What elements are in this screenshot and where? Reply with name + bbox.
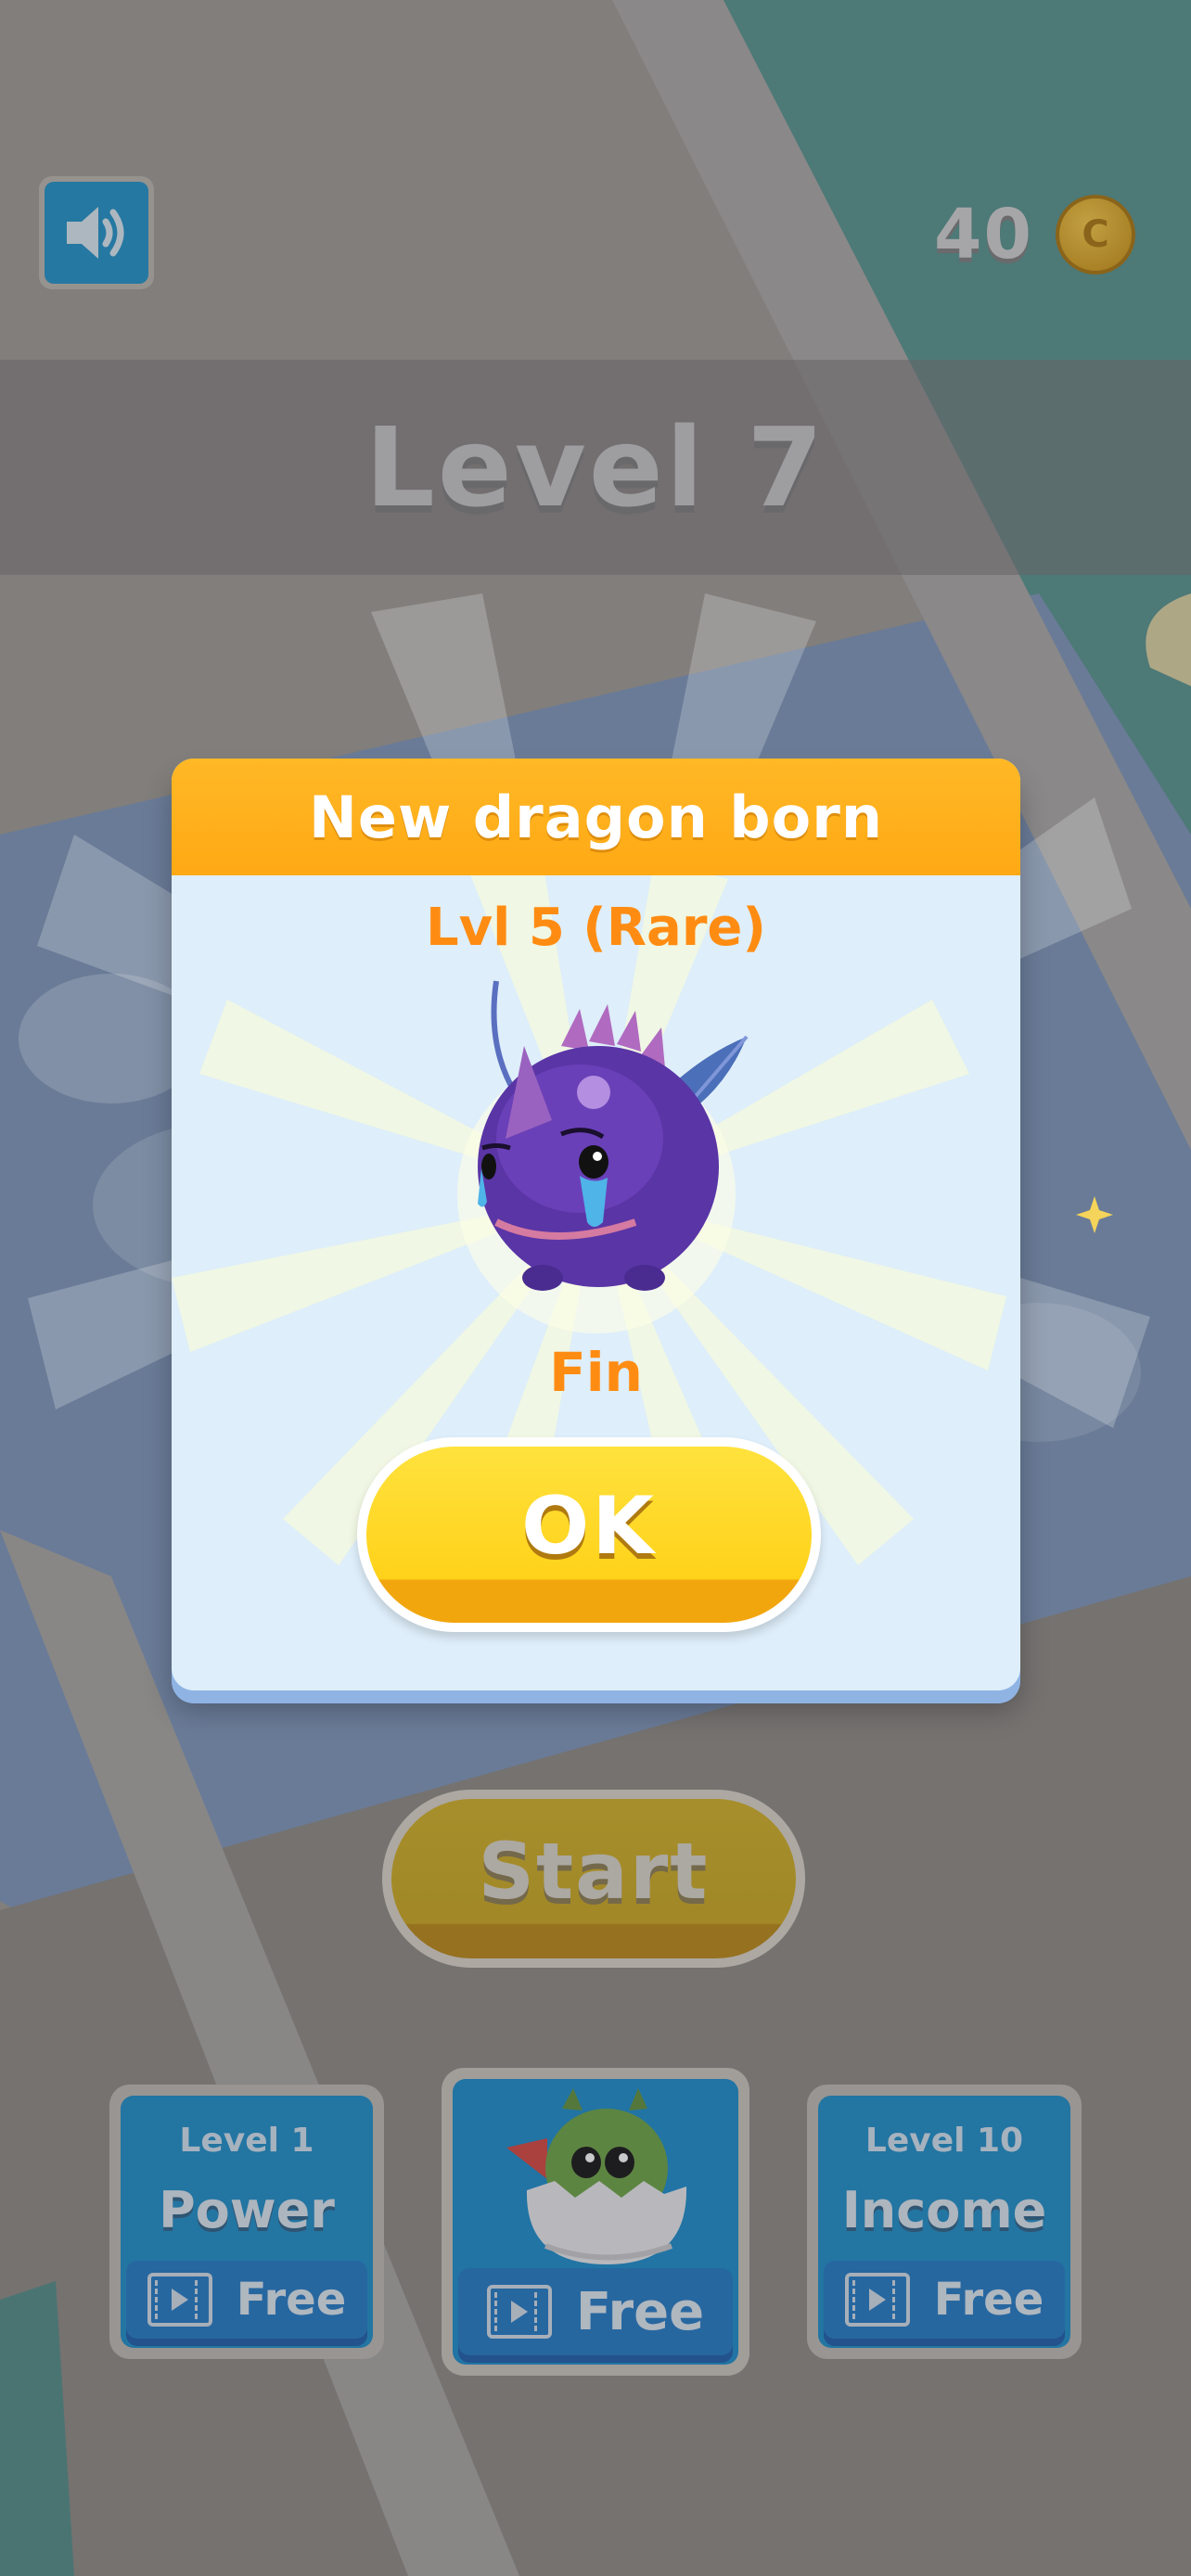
new-dragon-dialog: New dragon born Lvl 5 (Rare) Fin OK — [172, 759, 1020, 1690]
game-scene: 40 C Level 7 Start Level 1 Power Free Fr… — [0, 0, 1191, 2576]
dragon-name: Fin — [549, 1341, 643, 1404]
dialog-title: New dragon born — [309, 783, 883, 851]
ok-label: OK — [521, 1480, 657, 1573]
dialog-header: New dragon born — [172, 759, 1020, 875]
sparkle-icon — [1076, 1196, 1113, 1233]
ok-button[interactable]: OK — [357, 1437, 821, 1632]
purple-dragon-icon — [478, 980, 749, 1291]
dragon-rarity: Lvl 5 (Rare) — [425, 898, 767, 958]
